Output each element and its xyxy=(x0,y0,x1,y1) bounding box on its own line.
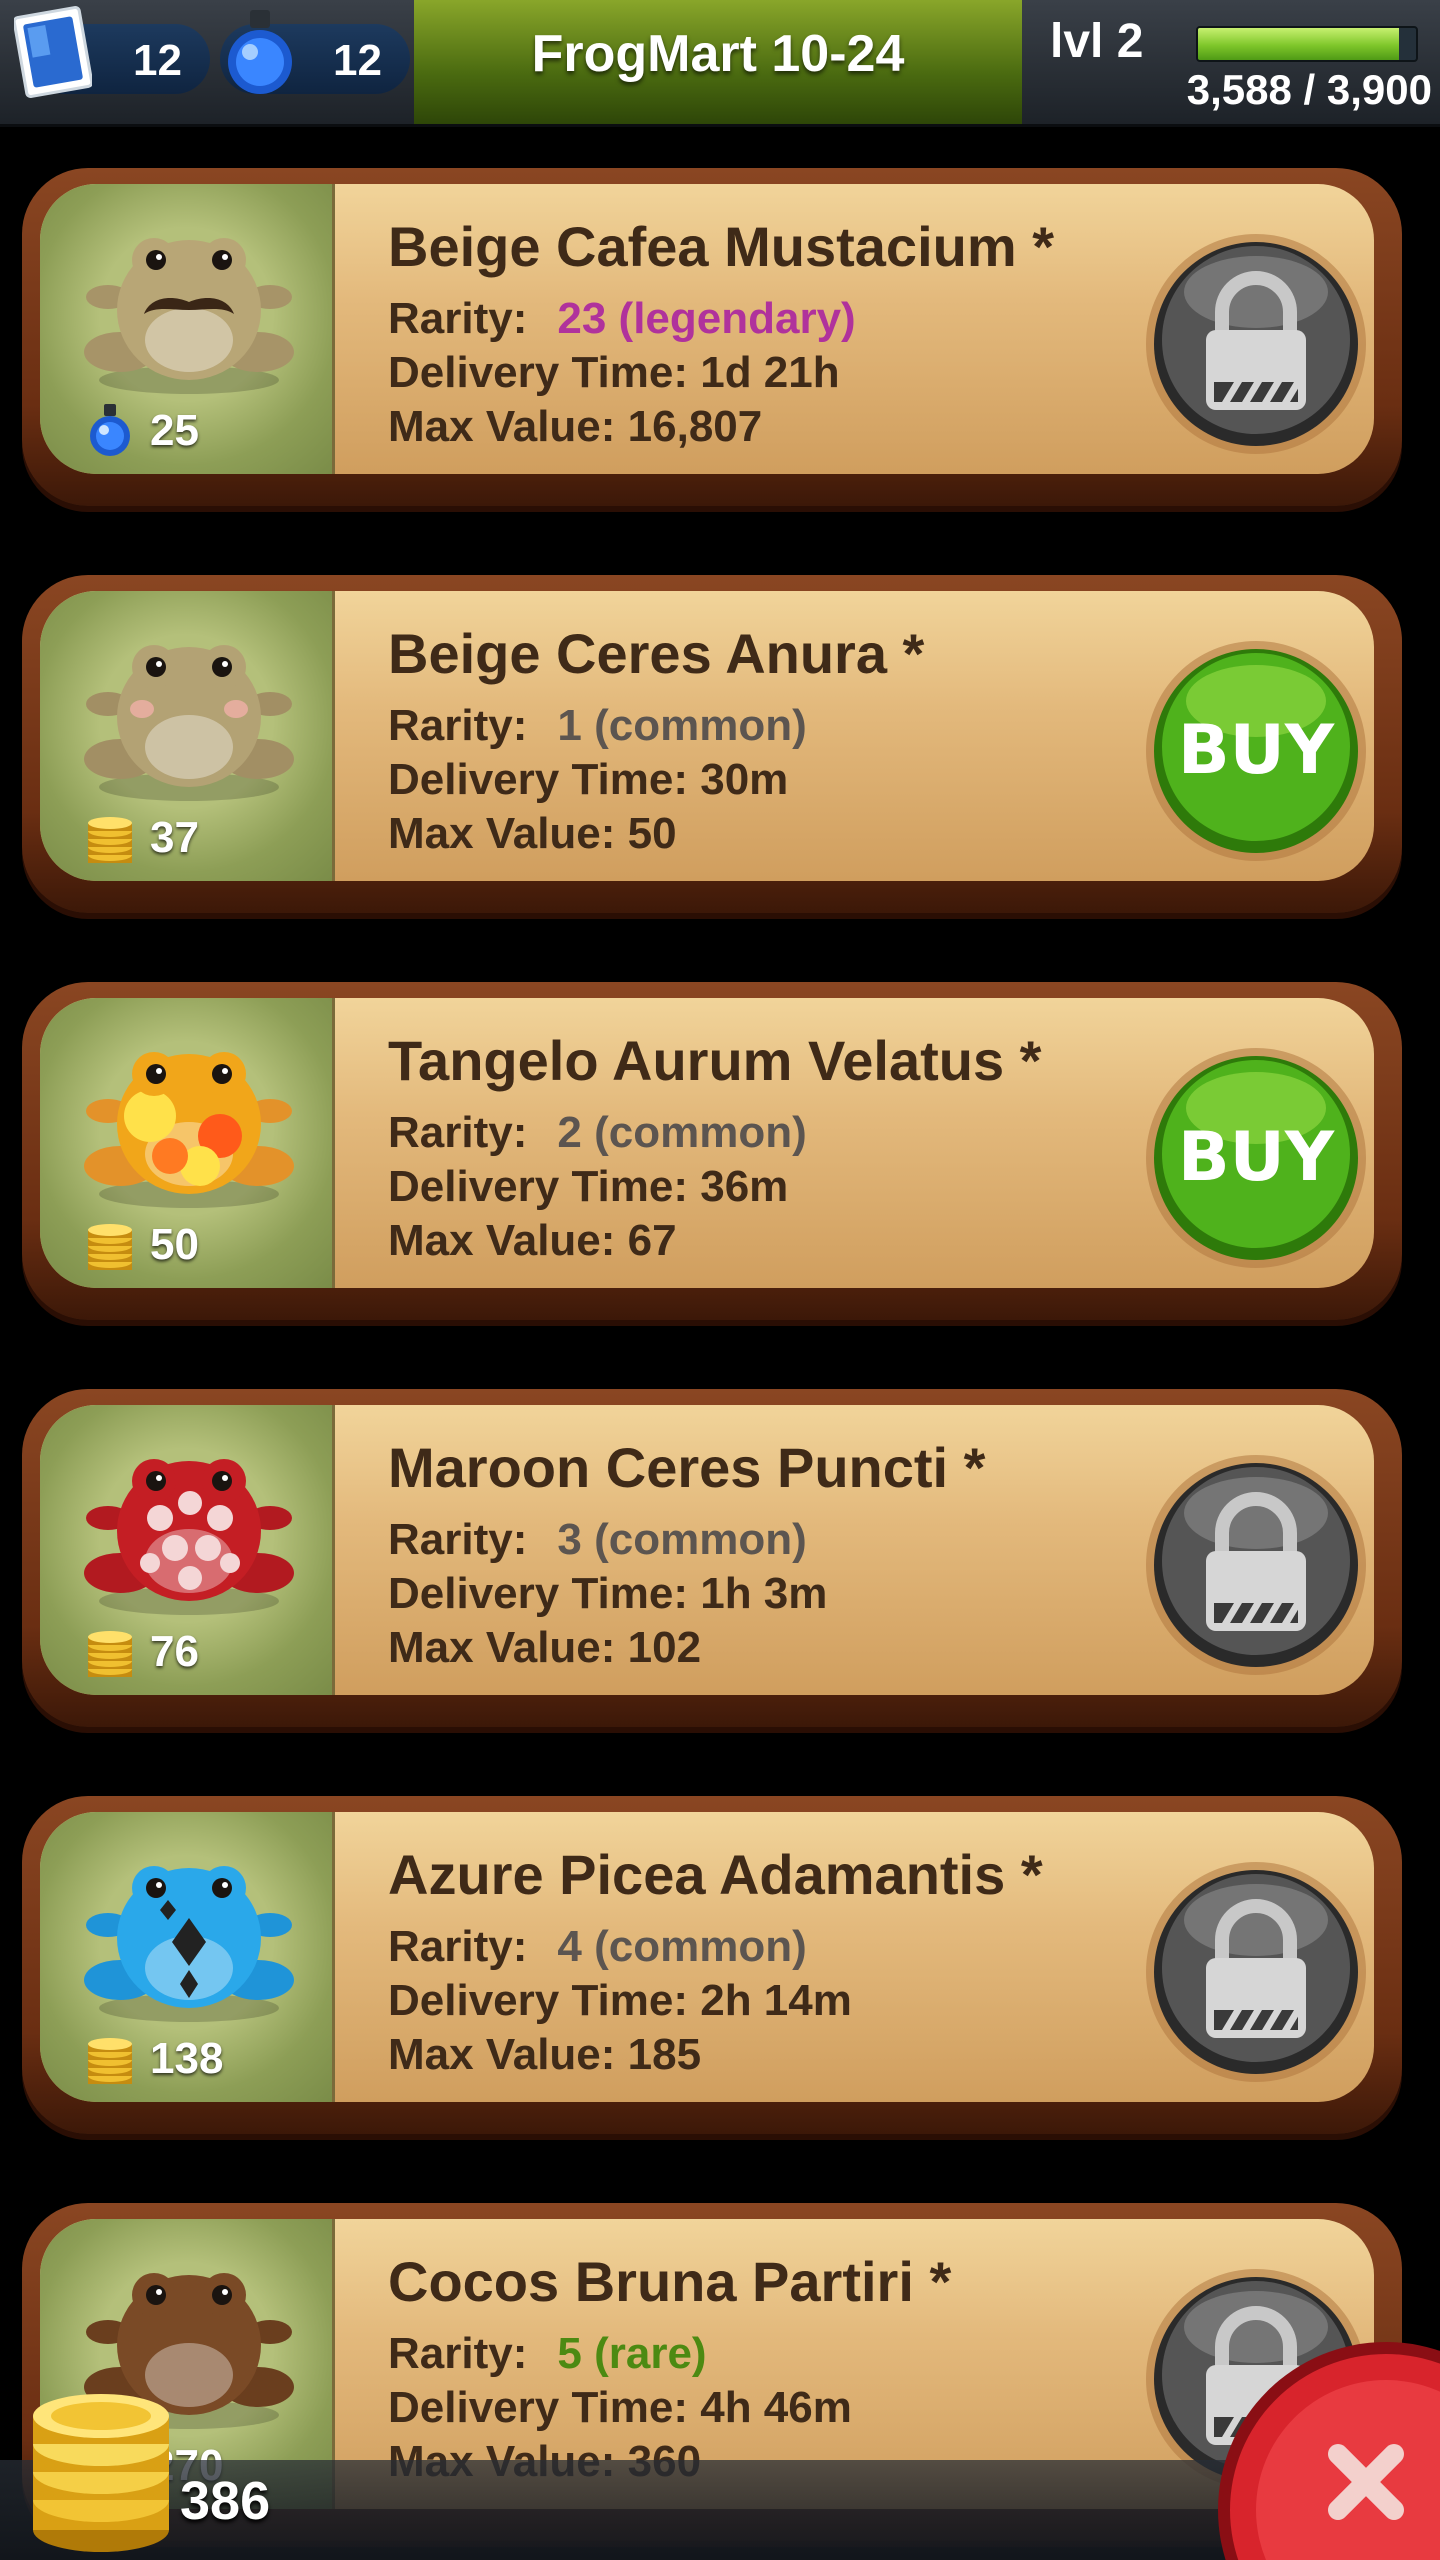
rarity-label: Rarity: xyxy=(388,1515,528,1564)
frog-delivery-time: Delivery Time: 36m xyxy=(388,1162,789,1211)
frog-max-value: Max Value: 102 xyxy=(388,1623,702,1672)
frog-cost: 50 xyxy=(150,1220,199,1269)
frog-rarity: Rarity: 2 (common) xyxy=(388,1108,807,1158)
frog-rarity: Rarity: 5 (rare) xyxy=(388,2329,707,2379)
card-body: 50 Tangelo Aurum Velatus * Rarity: 2 (com… xyxy=(40,998,1374,1288)
locked-button[interactable] xyxy=(1144,232,1368,456)
player-level: lvl 2 xyxy=(1050,15,1144,68)
potions-counter: 12 xyxy=(220,10,410,94)
stamp-icon xyxy=(14,6,92,98)
rarity-value: 5 (rare) xyxy=(557,2329,707,2378)
top-bar: 12 12 FrogMart 10-24 lvl 2 3,588 / 3,900 xyxy=(0,0,1440,127)
frog-card-5: 138 Azure Picea Adamantis * Rarity: 4 (co… xyxy=(22,1796,1402,2146)
frog-thumbnail: 37 xyxy=(40,591,335,881)
frog-thumbnail: 50 xyxy=(40,998,335,1288)
frog-cost: 37 xyxy=(150,813,199,862)
coin-icon xyxy=(88,1224,132,1270)
frog-delivery-time: Delivery Time: 30m xyxy=(388,755,789,804)
frog-thumbnail: 138 xyxy=(40,1812,335,2102)
potions-count: 12 xyxy=(333,36,382,85)
frog-card-1: 25 Beige Cafea Mustacium * Rarity: 23 (le… xyxy=(22,168,1402,518)
frog-delivery-time: Delivery Time: 4h 46m xyxy=(388,2383,852,2432)
frog-rarity: Rarity: 1 (common) xyxy=(388,701,807,751)
rarity-label: Rarity: xyxy=(388,2329,528,2378)
locked-button[interactable] xyxy=(1144,1453,1368,1677)
frog-max-value: Max Value: 50 xyxy=(388,809,677,858)
frog-max-value: Max Value: 16,807 xyxy=(388,402,763,451)
card-body: 76 Maroon Ceres Puncti * Rarity: 3 (commo… xyxy=(40,1405,1374,1695)
frog-name: Maroon Ceres Puncti * xyxy=(388,1436,986,1499)
rarity-value: 1 (common) xyxy=(557,701,807,750)
frog-cost: 138 xyxy=(150,2034,224,2083)
frog-card-2: 37 Beige Ceres Anura * Rarity: 1 (common)… xyxy=(22,575,1402,925)
close-button[interactable] xyxy=(1216,2330,1440,2560)
stamps-count: 12 xyxy=(133,36,182,85)
frog-icon xyxy=(84,645,294,801)
frog-delivery-time: Delivery Time: 1h 3m xyxy=(388,1569,828,1618)
rarity-value: 2 (common) xyxy=(557,1108,807,1157)
buy-button[interactable]: BUY xyxy=(1144,639,1368,863)
frog-max-value: Max Value: 185 xyxy=(388,2030,702,2079)
potion-icon xyxy=(228,10,292,94)
frog-rarity: Rarity: 23 (legendary) xyxy=(388,294,856,344)
rarity-value: 4 (common) xyxy=(557,1922,807,1971)
frog-icon xyxy=(84,1459,294,1615)
rarity-value: 23 (legendary) xyxy=(557,294,856,343)
xp-text: 3,588 / 3,900 xyxy=(1186,66,1432,113)
frog-name: Tangelo Aurum Velatus * xyxy=(388,1029,1042,1092)
rarity-label: Rarity: xyxy=(388,1108,528,1157)
frog-card-3: 50 Tangelo Aurum Velatus * Rarity: 2 (com… xyxy=(22,982,1402,1332)
shop-title-band: FrogMart 10-24 xyxy=(414,0,1022,124)
rarity-label: Rarity: xyxy=(388,701,528,750)
buy-button[interactable]: BUY xyxy=(1144,1046,1368,1270)
frog-delivery-time: Delivery Time: 1d 21h xyxy=(388,348,840,397)
locked-button[interactable] xyxy=(1144,1860,1368,2084)
frog-thumbnail: 76 xyxy=(40,1405,335,1695)
frog-rarity: Rarity: 4 (common) xyxy=(388,1922,807,1972)
shop-title: FrogMart 10-24 xyxy=(531,25,905,83)
buy-label: BUY xyxy=(1178,711,1335,790)
frog-name: Azure Picea Adamantis * xyxy=(388,1843,1043,1906)
frog-icon xyxy=(84,238,294,394)
card-body: 37 Beige Ceres Anura * Rarity: 1 (common)… xyxy=(40,591,1374,881)
stamps-counter: 12 xyxy=(14,6,210,98)
coin-icon xyxy=(88,817,132,863)
frog-rarity: Rarity: 3 (common) xyxy=(388,1515,807,1565)
frog-name: Cocos Bruna Partiri * xyxy=(388,2250,952,2313)
frog-delivery-time: Delivery Time: 2h 14m xyxy=(388,1976,852,2025)
frog-cost: 25 xyxy=(150,406,199,455)
coins-stack-icon xyxy=(33,2394,169,2552)
frog-max-value: Max Value: 67 xyxy=(388,1216,677,1265)
potion-icon xyxy=(90,404,130,456)
frog-cost: 76 xyxy=(150,1627,199,1676)
frog-name: Beige Cafea Mustacium * xyxy=(388,215,1054,278)
rarity-label: Rarity: xyxy=(388,1922,528,1971)
card-body: 25 Beige Cafea Mustacium * Rarity: 23 (le… xyxy=(40,184,1374,474)
frog-thumbnail: 25 xyxy=(40,184,335,474)
card-body: 138 Azure Picea Adamantis * Rarity: 4 (co… xyxy=(40,1812,1374,2102)
frog-icon xyxy=(84,1866,294,2022)
frog-card-4: 76 Maroon Ceres Puncti * Rarity: 3 (commo… xyxy=(22,1389,1402,1739)
xp-bar xyxy=(1196,26,1418,62)
buy-label: BUY xyxy=(1178,1118,1335,1197)
rarity-value: 3 (common) xyxy=(557,1515,807,1564)
coins-balance: 386 xyxy=(180,2471,271,2531)
rarity-label: Rarity: xyxy=(388,294,528,343)
coin-icon xyxy=(88,2038,132,2084)
frog-name: Beige Ceres Anura * xyxy=(388,622,925,685)
coin-icon xyxy=(88,1631,132,1677)
frog-icon xyxy=(84,1052,294,1208)
xp-bar-fill xyxy=(1198,28,1399,60)
